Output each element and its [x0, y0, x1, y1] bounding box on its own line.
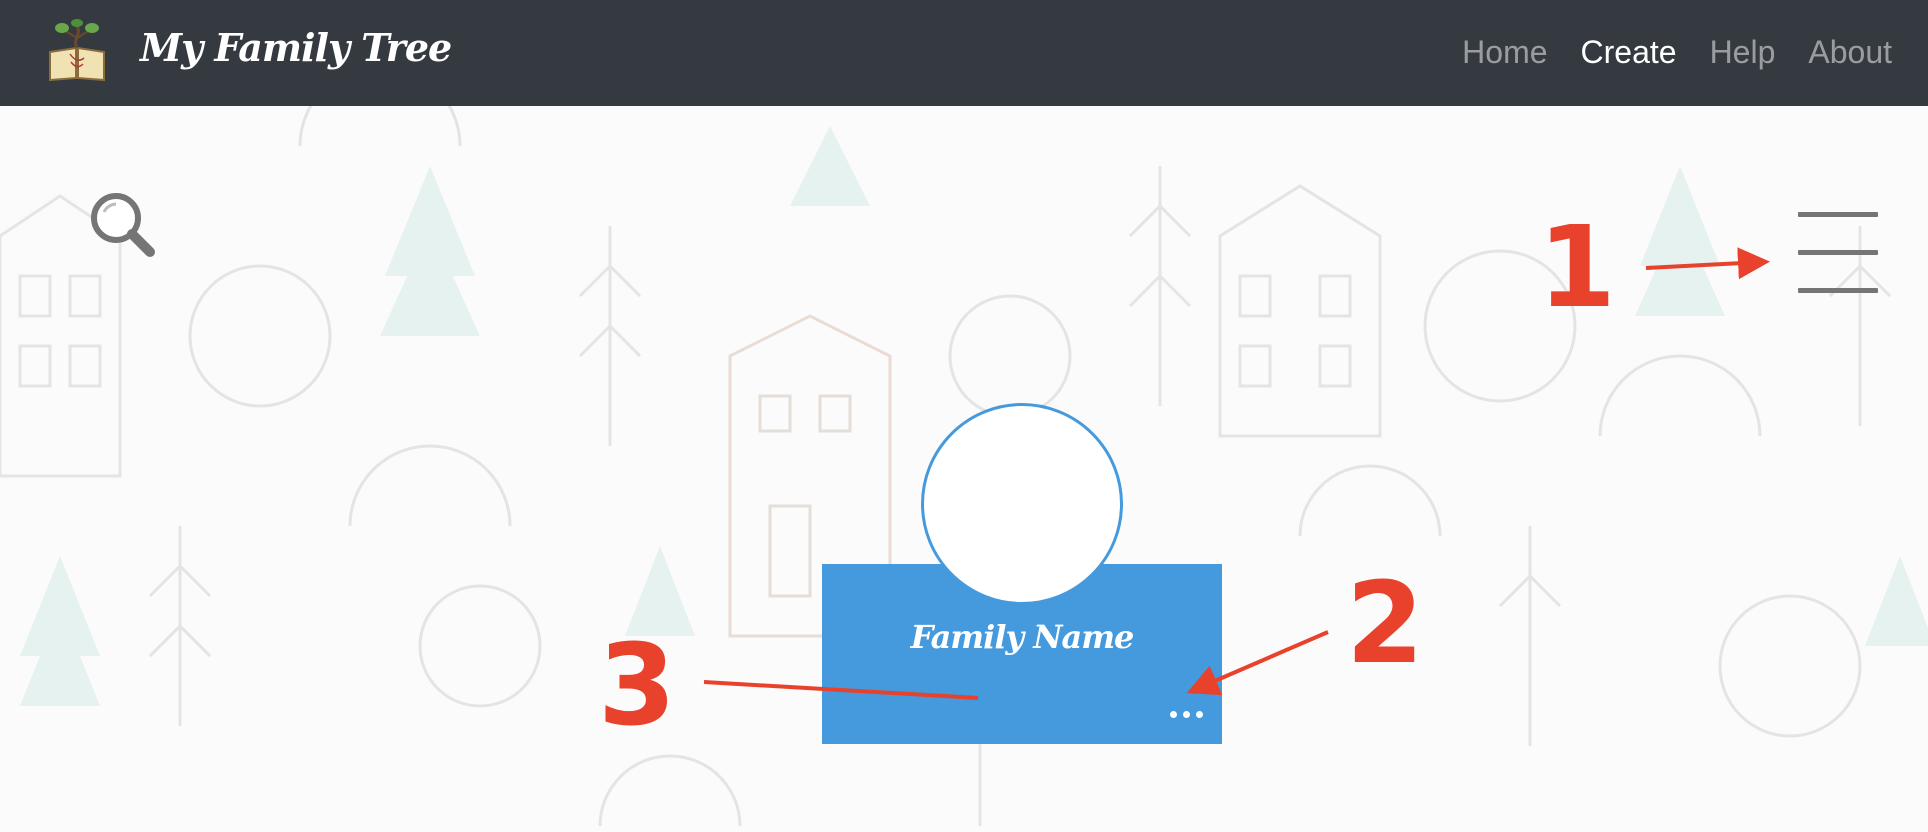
- menu-bar: [1798, 212, 1878, 217]
- annotation-number-1: 1: [1538, 203, 1616, 333]
- menu-bar: [1798, 250, 1878, 255]
- more-dot: [1195, 710, 1203, 718]
- hamburger-menu-icon[interactable]: [1794, 206, 1880, 296]
- nav-link-create[interactable]: Create: [1581, 34, 1677, 71]
- annotation-number-2: 2: [1346, 559, 1424, 689]
- nav-link-home[interactable]: Home: [1462, 34, 1547, 71]
- family-name-label: Family Name: [910, 618, 1135, 656]
- nav-links: Home Create Help About: [1462, 24, 1892, 80]
- more-dot: [1182, 710, 1190, 718]
- nav-link-about[interactable]: About: [1808, 34, 1892, 71]
- more-dot: [1169, 710, 1177, 718]
- menu-bar: [1798, 288, 1878, 293]
- more-horizontal-icon[interactable]: [1164, 702, 1208, 726]
- brand-title[interactable]: My Family Tree: [140, 20, 452, 76]
- annotation-arrow-1: [1645, 247, 1770, 280]
- magnifier-icon[interactable]: [86, 190, 158, 262]
- navbar: My Family Tree Home Create Help About: [0, 0, 1928, 106]
- book-tree-logo-icon[interactable]: [46, 18, 108, 82]
- annotation-number-3: 3: [598, 621, 676, 751]
- nav-link-help[interactable]: Help: [1710, 34, 1776, 71]
- family-node-photo[interactable]: [921, 403, 1123, 605]
